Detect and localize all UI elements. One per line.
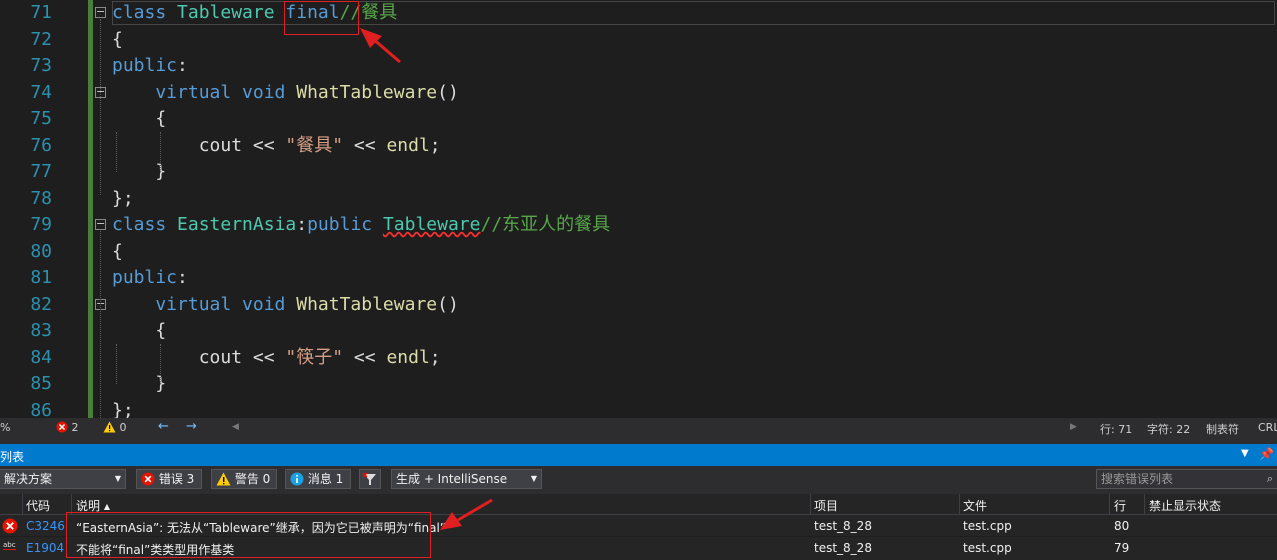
annotation-arrow-icon [440,498,493,530]
